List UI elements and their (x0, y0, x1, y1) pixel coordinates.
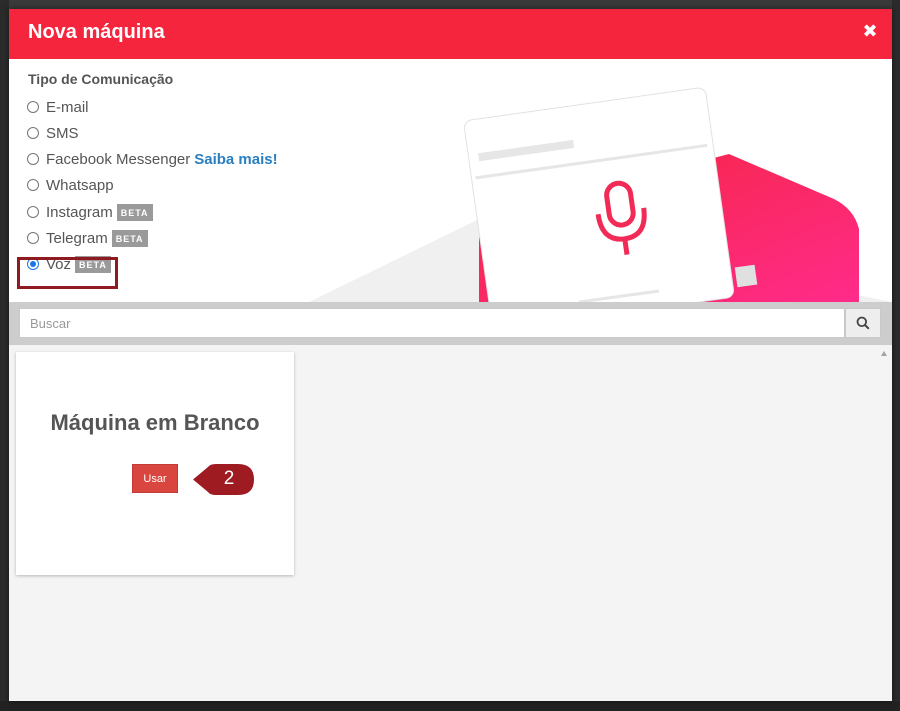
modal-header: Nova máquina ✖ (9, 9, 892, 59)
search-input[interactable] (19, 308, 845, 338)
radio-voice[interactable] (27, 258, 39, 270)
option-facebook-messenger[interactable]: Facebook Messenger Saiba mais! (27, 148, 278, 170)
background-right (892, 0, 900, 711)
radio-email[interactable] (27, 101, 39, 113)
radio-whatsapp[interactable] (27, 179, 39, 191)
radio-instagram[interactable] (27, 206, 39, 218)
search-button[interactable] (845, 308, 881, 338)
radio-sms[interactable] (27, 127, 39, 139)
templates-area: Máquina em Branco Usar 2 (9, 345, 892, 701)
option-sms[interactable]: SMS (27, 122, 79, 144)
voice-illustration (309, 87, 892, 302)
close-icon[interactable]: ✖ (860, 21, 880, 41)
background-left (0, 0, 9, 711)
communication-type-label: Tipo de Comunicação (28, 71, 174, 87)
background-bottom (0, 701, 900, 711)
learn-more-link[interactable]: Saiba mais! (194, 151, 277, 168)
radio-facebook-messenger[interactable] (27, 153, 39, 165)
scrollbar[interactable] (877, 345, 892, 701)
option-instagram[interactable]: Instagram BETA (27, 201, 153, 223)
option-telegram[interactable]: Telegram BETA (27, 227, 148, 249)
card-title: Máquina em Branco (50, 410, 260, 435)
option-label: Facebook Messenger (46, 150, 191, 168)
search-bar (9, 302, 892, 345)
search-icon (856, 316, 870, 330)
beta-badge: BETA (111, 229, 148, 247)
option-whatsapp[interactable]: Whatsapp (27, 174, 114, 196)
option-label: Instagram (46, 203, 113, 221)
blank-machine-card: Máquina em Branco Usar 2 (16, 352, 294, 575)
option-label: SMS (46, 124, 79, 142)
beta-badge: BETA (116, 203, 153, 221)
scroll-up-icon[interactable] (881, 351, 887, 356)
option-label: Whatsapp (46, 176, 114, 194)
option-voice[interactable]: Voz BETA (27, 253, 111, 275)
option-label: Voz (46, 255, 72, 273)
modal-title: Nova máquina (28, 21, 165, 43)
option-label: Telegram (46, 229, 108, 247)
new-machine-modal: Nova máquina ✖ Tipo de Comunicação E-mai… (9, 9, 892, 701)
option-label: E-mail (46, 98, 89, 116)
step-number: 2 (223, 468, 235, 489)
radio-telegram[interactable] (27, 232, 39, 244)
option-email[interactable]: E-mail (27, 96, 89, 118)
beta-badge: BETA (75, 255, 111, 273)
communication-section: Tipo de Comunicação E-mail SMS Facebook … (9, 59, 892, 302)
use-button[interactable]: Usar (132, 464, 178, 493)
